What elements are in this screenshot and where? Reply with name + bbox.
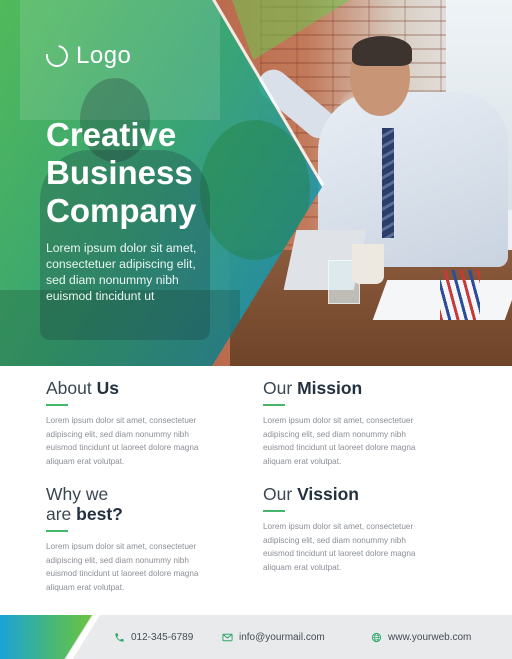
globe-icon [371,632,382,642]
body-line: euismod tincidunt ut laoreet dolore magn… [46,443,199,452]
body-line: aliquam erat volutpat. [263,562,342,572]
why-section: Why we are best? Lorem ipsum dolor sit a… [46,484,246,594]
body-line: euismod tincidunt ut laoreet dolore magn… [263,549,416,558]
hero-desc-line: consectetuer adipiscing elit, [46,257,196,271]
why-body: Lorem ipsum dolor sit amet, consectetuer… [46,540,246,594]
hero-title-line: Company [46,192,197,229]
body-line: aliquam erat volutpat. [46,456,125,466]
footer: 012-345-6789 info@yourmail.com www.yourw… [0,615,512,659]
hero-description: Lorem ipsum dolor sit amet, consectetuer… [46,240,226,304]
phone-icon [115,632,124,642]
heading-light: Our [263,484,293,504]
heading-bold: Mission [297,378,363,398]
hero-title-line: Creative [46,116,177,153]
heading-light: About [46,378,92,398]
body-line: adipiscing elit, sed diam nonummy nibh [263,429,406,439]
heading-underline [46,530,68,532]
logo-text: Logo [76,42,132,69]
why-heading: Why we are best? [46,484,246,524]
hero-section: Logo Creative Business Company Lorem ips… [0,0,512,366]
hero-desc-line: sed diam nonummy nibh [46,273,179,287]
body-line: Lorem ipsum dolor sit amet, consectetuer [263,522,414,531]
flyer-page: Logo Creative Business Company Lorem ips… [0,0,512,659]
heading-light: are [46,504,72,524]
vision-section: Our Vission Lorem ipsum dolor sit amet, … [263,484,463,574]
vision-heading: Our Vission [263,484,463,504]
mail-icon [222,633,233,641]
heading-underline [263,510,285,512]
heading-line: Why we [46,484,109,504]
man-tie [382,128,394,238]
phone-text: 012-345-6789 [131,631,194,643]
about-body: Lorem ipsum dolor sit amet, consectetuer… [46,414,246,468]
email-text: info@yourmail.com [239,631,325,643]
body-line: euismod tincidunt ut laoreet dolore magn… [263,443,416,452]
heading-underline [46,404,68,406]
contact-web[interactable]: www.yourweb.com [371,627,471,647]
body-line: aliquam erat volutpat. [46,582,125,592]
contact-email[interactable]: info@yourmail.com [222,627,325,647]
body-line: adipiscing elit, sed diam nonummy nibh [46,429,189,439]
man-hair [352,36,412,66]
mission-heading: Our Mission [263,378,463,398]
heading-bold: Us [96,378,119,398]
about-heading: About Us [46,378,246,398]
heading-bold: Vission [297,484,359,504]
logo-icon [41,40,73,72]
pen-holder [440,270,480,320]
heading-bold: best? [76,504,123,524]
web-text: www.yourweb.com [388,631,472,643]
heading-light: Our [263,378,293,398]
body-line: Lorem ipsum dolor sit amet, consectetuer [46,542,197,551]
contact-phone[interactable]: 012-345-6789 [114,627,193,647]
hero-title-line: Business [46,154,193,191]
hero-title: Creative Business Company [46,116,196,230]
body-line: adipiscing elit, sed diam nonummy nibh [263,535,406,545]
hero-desc-line: euismod tincidunt ut [46,289,155,303]
body-line: Lorem ipsum dolor sit amet, consectetuer [46,416,197,425]
footer-gradient-shape [0,615,92,659]
body-line: Lorem ipsum dolor sit amet, consectetuer [263,416,414,425]
hero-desc-line: Lorem ipsum dolor sit amet, [46,241,197,255]
logo: Logo [41,40,132,72]
about-section: About Us Lorem ipsum dolor sit amet, con… [46,378,246,468]
coffee-cup [352,244,384,284]
body-line: adipiscing elit, sed diam nonummy nibh [46,555,189,565]
mission-section: Our Mission Lorem ipsum dolor sit amet, … [263,378,463,468]
heading-underline [263,404,285,406]
vision-body: Lorem ipsum dolor sit amet, consectetuer… [263,520,463,574]
body-line: euismod tincidunt ut laoreet dolore magn… [46,569,199,578]
body-line: aliquam erat volutpat. [263,456,342,466]
mission-body: Lorem ipsum dolor sit amet, consectetuer… [263,414,463,468]
